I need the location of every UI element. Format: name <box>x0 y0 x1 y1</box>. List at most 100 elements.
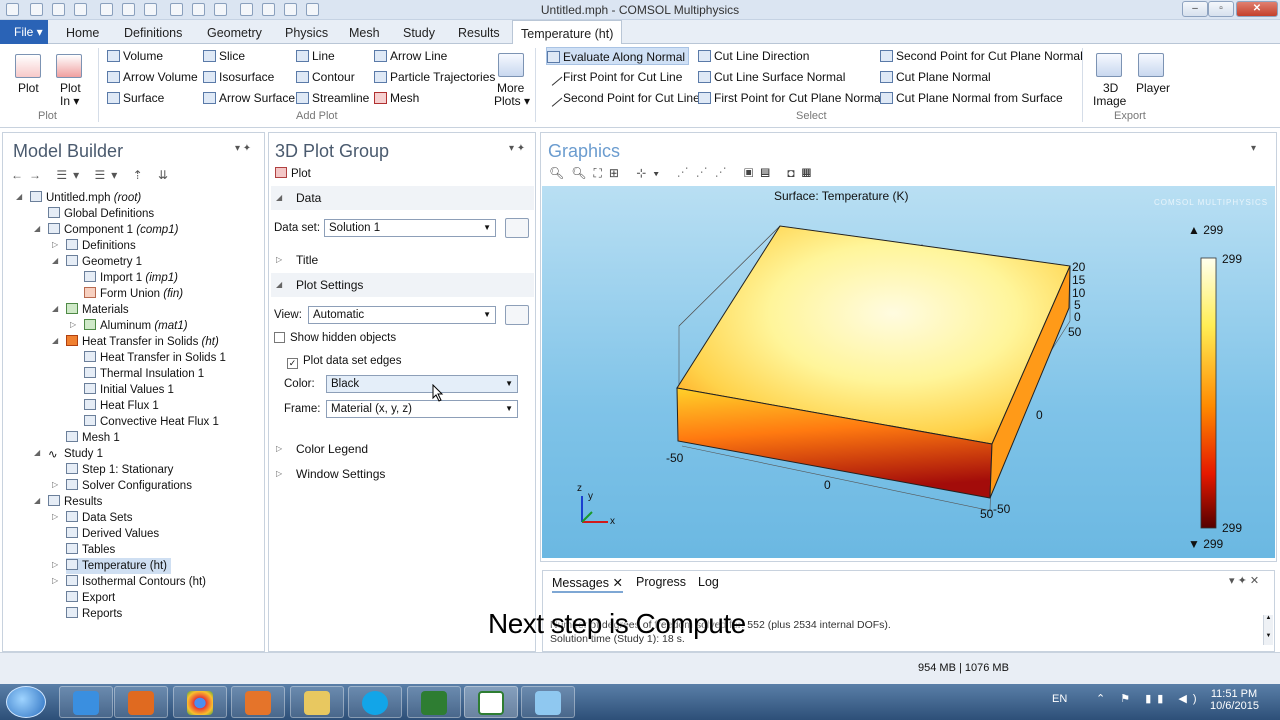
tree-temperature-ht[interactable]: Temperature (ht) <box>66 558 172 574</box>
expand-arrow[interactable]: ◢ <box>34 224 40 233</box>
tree-export[interactable]: Export <box>66 590 115 606</box>
tree-data-sets[interactable]: Data Sets <box>66 510 133 526</box>
plot-in-button[interactable]: Plot <box>60 81 81 95</box>
cut-line-surface-normal[interactable]: Cut Line Surface Normal <box>698 68 845 86</box>
tree-heat-flux[interactable]: Heat Flux 1 <box>84 398 159 414</box>
3d-image-button[interactable]: 3D <box>1103 81 1118 95</box>
file-menu[interactable]: File ▾ <box>0 20 48 44</box>
tree-initial-values[interactable]: Initial Values 1 <box>84 382 174 398</box>
more-plots-icon[interactable] <box>498 53 524 77</box>
collapse-arrow[interactable]: ▷ <box>52 560 58 569</box>
tree-solver-configurations[interactable]: Solver Configurations <box>66 478 192 494</box>
minimize-button[interactable]: – <box>1182 1 1208 17</box>
tree-global-definitions[interactable]: Global Definitions <box>48 206 154 222</box>
frame-select[interactable]: Material (x, y, z) ▼ <box>326 400 518 418</box>
taskbar-ie[interactable] <box>59 686 113 718</box>
collapse-arrow[interactable]: ▷ <box>70 320 76 329</box>
collapse-arrow[interactable]: ▷ <box>52 576 58 585</box>
tree-study[interactable]: ∿ Study 1 <box>48 446 103 462</box>
tree-root[interactable]: Untitled.mph (root) <box>30 190 141 206</box>
add-slice[interactable]: Slice <box>203 47 245 65</box>
plot-button-settings[interactable]: Plot <box>275 167 311 180</box>
taskbar-media[interactable] <box>114 686 168 718</box>
taskbar-explorer[interactable] <box>290 686 344 718</box>
expand-arrow[interactable]: ◢ <box>52 304 58 313</box>
add-line[interactable]: Line <box>296 47 335 65</box>
plot-in-button-line2[interactable]: In ▾ <box>60 94 79 108</box>
add-arrow-line[interactable]: Arrow Line <box>374 47 447 65</box>
add-mesh[interactable]: Mesh <box>374 89 419 107</box>
tab-definitions[interactable]: Definitions <box>124 20 182 44</box>
tree-thermal-insulation[interactable]: Thermal Insulation 1 <box>84 366 204 382</box>
section-window-settings[interactable]: ▷ Window Settings <box>271 462 534 486</box>
tree-heat-transfer[interactable]: Heat Transfer in Solids (ht) <box>66 334 219 350</box>
tree-import[interactable]: Import 1 (imp1) <box>84 270 178 286</box>
clock[interactable]: 11:51 PM 10/6/2015 <box>1210 688 1259 712</box>
cut-plane-normal-from-surface[interactable]: Cut Plane Normal from Surface <box>880 89 1063 107</box>
add-isosurface[interactable]: Isosurface <box>203 68 274 86</box>
add-arrow-surface[interactable]: Arrow Surface <box>203 89 295 107</box>
tree-component[interactable]: Component 1 (comp1) <box>48 222 178 238</box>
plot-in-icon[interactable] <box>56 54 82 78</box>
dataset-select[interactable]: Solution 1 ▼ <box>324 219 496 237</box>
expand-arrow[interactable]: ◢ <box>34 496 40 505</box>
dataset-goto-button[interactable] <box>505 218 529 238</box>
section-data[interactable]: ◢ Data <box>271 186 534 210</box>
expand-arrow[interactable]: ◢ <box>52 256 58 265</box>
tree-materials[interactable]: Materials <box>66 302 129 318</box>
tree-tables[interactable]: Tables <box>66 542 115 558</box>
expand-arrow[interactable]: ◢ <box>16 192 22 201</box>
expand-arrow[interactable]: ◢ <box>52 336 58 345</box>
graphics-canvas[interactable]: Surface: Temperature (K) COMSOL MULTIPHY… <box>542 186 1275 558</box>
plot-icon-large[interactable] <box>15 54 41 78</box>
tree-mesh[interactable]: Mesh 1 <box>66 430 120 446</box>
tree-step-stationary[interactable]: Step 1: Stationary <box>66 462 173 478</box>
evaluate-along-normal[interactable]: Evaluate Along Normal <box>546 47 690 65</box>
section-title[interactable]: ▷ Title <box>271 248 534 272</box>
pin-icon[interactable]: ▾ ✦ <box>509 143 525 154</box>
tab-temperature[interactable]: Temperature (ht) <box>512 20 623 45</box>
plot-button[interactable]: Plot <box>18 81 39 95</box>
collapse-arrow[interactable]: ▷ <box>52 512 58 521</box>
tab-results[interactable]: Results <box>458 20 500 44</box>
tree-heat-transfer-solids[interactable]: Heat Transfer in Solids 1 <box>84 350 226 366</box>
start-button[interactable] <box>6 686 46 718</box>
tab-log[interactable]: Log <box>698 575 719 589</box>
tab-home[interactable]: Home <box>66 20 99 44</box>
tab-physics[interactable]: Physics <box>285 20 328 44</box>
tab-geometry[interactable]: Geometry <box>207 20 262 44</box>
section-color-legend[interactable]: ▷ Color Legend <box>271 437 534 461</box>
expand-arrow[interactable]: ◢ <box>34 448 40 457</box>
more-plots-button[interactable]: More <box>497 81 524 95</box>
player-icon[interactable] <box>1138 53 1164 77</box>
language-indicator[interactable]: EN <box>1052 693 1067 705</box>
close-button[interactable]: ✕ <box>1236 1 1278 17</box>
tree-results[interactable]: Results <box>48 494 102 510</box>
tree-isothermal-contours[interactable]: Isothermal Contours (ht) <box>66 574 206 590</box>
tree-toolbar[interactable]: ←→ ☰▾ ☰▾ ⇡ ⇊ <box>11 168 174 182</box>
plot-edges-checkbox[interactable]: ✓ Plot data set edges <box>287 355 401 369</box>
add-contour[interactable]: Contour <box>296 68 355 86</box>
add-surface[interactable]: Surface <box>107 89 164 107</box>
pin-icon[interactable]: ▾ <box>1251 143 1256 154</box>
messages-scrollbar[interactable]: ▲ ▼ <box>1263 615 1273 645</box>
first-point-cut-line[interactable]: First Point for Cut Line <box>544 68 682 86</box>
tree-geometry[interactable]: Geometry 1 <box>66 254 142 270</box>
taskbar-chrome[interactable] <box>173 686 227 718</box>
tree-reports[interactable]: Reports <box>66 606 122 622</box>
tab-messages[interactable]: Messages ✕ <box>552 575 623 593</box>
tray-icons[interactable]: ⌃ ⚑ ▮▮ ◀) <box>1096 692 1202 705</box>
show-hidden-checkbox[interactable]: Show hidden objects <box>274 332 396 344</box>
second-point-cut-line[interactable]: Second Point for Cut Line <box>544 89 700 107</box>
collapse-arrow[interactable]: ▷ <box>52 480 58 489</box>
cut-plane-normal[interactable]: Cut Plane Normal <box>880 68 991 86</box>
tree-form-union[interactable]: Form Union (fin) <box>84 286 183 302</box>
tree-definitions[interactable]: Definitions <box>66 238 136 254</box>
graphics-toolbar[interactable]: 🔍︎🔍︎⛶⊞ ⊹▾ ⋰⋰⋰ ▣▤ ◘▦ <box>549 166 818 181</box>
player-button[interactable]: Player <box>1136 81 1170 95</box>
tree-aluminum[interactable]: Aluminum (mat1) <box>84 318 188 334</box>
collapse-arrow[interactable]: ▷ <box>52 240 58 249</box>
taskbar-firefox[interactable] <box>231 686 285 718</box>
view-select[interactable]: Automatic ▼ <box>308 306 496 324</box>
add-arrow-volume[interactable]: Arrow Volume <box>107 68 198 86</box>
